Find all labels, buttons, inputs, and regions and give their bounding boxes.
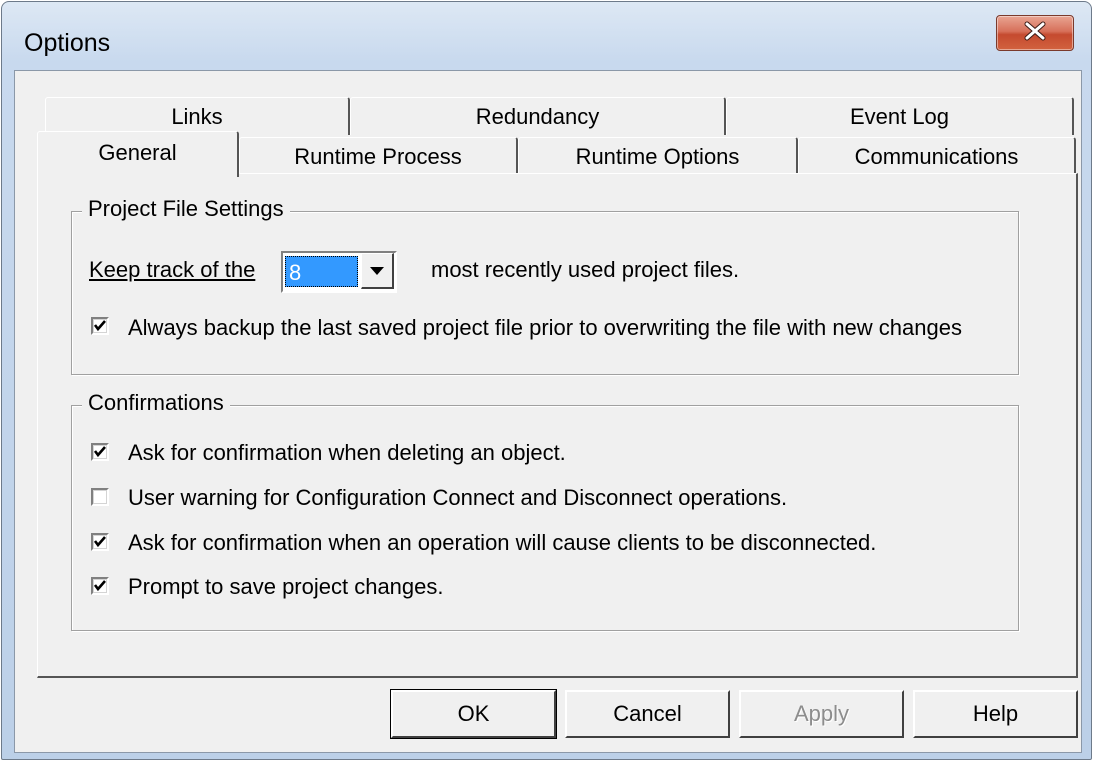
confirm-delete-checkbox[interactable] [91, 443, 109, 461]
keep-track-prefix-text: Keep track of the [89, 257, 256, 282]
tab-runtime-options[interactable]: Runtime Options [518, 137, 798, 175]
tab-label: Event Log [849, 103, 950, 129]
apply-button[interactable]: Apply [739, 690, 904, 738]
prompt-save-checkbox[interactable] [91, 577, 109, 595]
tab-label: General [98, 139, 177, 165]
tab-communications[interactable]: Communications [798, 137, 1076, 175]
prompt-save-label[interactable]: Prompt to save project changes. [128, 574, 444, 600]
cancel-button[interactable]: Cancel [565, 690, 730, 738]
close-x-icon [1023, 21, 1047, 46]
checkmark-icon [93, 446, 106, 458]
tab-general[interactable]: General [37, 131, 239, 177]
tab-runtime-process[interactable]: Runtime Process [239, 137, 518, 175]
connect-warning-label[interactable]: User warning for Configuration Connect a… [128, 485, 787, 511]
recent-files-count-value[interactable]: 8 [285, 256, 358, 287]
checkmark-icon [93, 320, 106, 332]
confirm-delete-label[interactable]: Ask for confirmation when deleting an ob… [128, 440, 566, 466]
connect-warning-checkbox[interactable] [91, 488, 109, 506]
tab-label: Redundancy [475, 103, 600, 129]
tab-label: Runtime Options [575, 143, 740, 169]
tab-label: Links [171, 103, 223, 129]
tab-event-log[interactable]: Event Log [726, 97, 1074, 135]
confirm-disconnect-clients-label[interactable]: Ask for confirmation when an operation w… [128, 530, 876, 556]
checkmark-icon [93, 536, 106, 548]
backup-checkbox[interactable] [91, 317, 109, 335]
group-title: Confirmations [82, 390, 230, 416]
group-title: Project File Settings [82, 196, 290, 222]
chevron-down-icon [370, 262, 384, 280]
recent-files-count-combobox[interactable]: 8 [281, 251, 397, 293]
tab-label: Runtime Process [294, 143, 462, 169]
dialog-title: Options [24, 29, 111, 57]
help-button[interactable]: Help [913, 690, 1078, 738]
confirm-disconnect-clients-checkbox[interactable] [91, 533, 109, 551]
ok-button[interactable]: OK [390, 689, 557, 739]
keep-track-prefix-label: Keep track of the [89, 257, 255, 283]
tab-label: Communications [854, 143, 1019, 169]
close-button[interactable] [996, 15, 1074, 51]
dropdown-button[interactable] [361, 253, 394, 289]
checkmark-icon [93, 580, 106, 592]
project-file-settings-group: Project File Settings [71, 196, 1019, 375]
tab-links[interactable]: Links [45, 97, 350, 135]
tab-redundancy[interactable]: Redundancy [350, 97, 726, 135]
backup-label[interactable]: Always backup the last saved project fil… [128, 315, 962, 341]
keep-track-suffix-label: most recently used project files. [431, 257, 740, 282]
